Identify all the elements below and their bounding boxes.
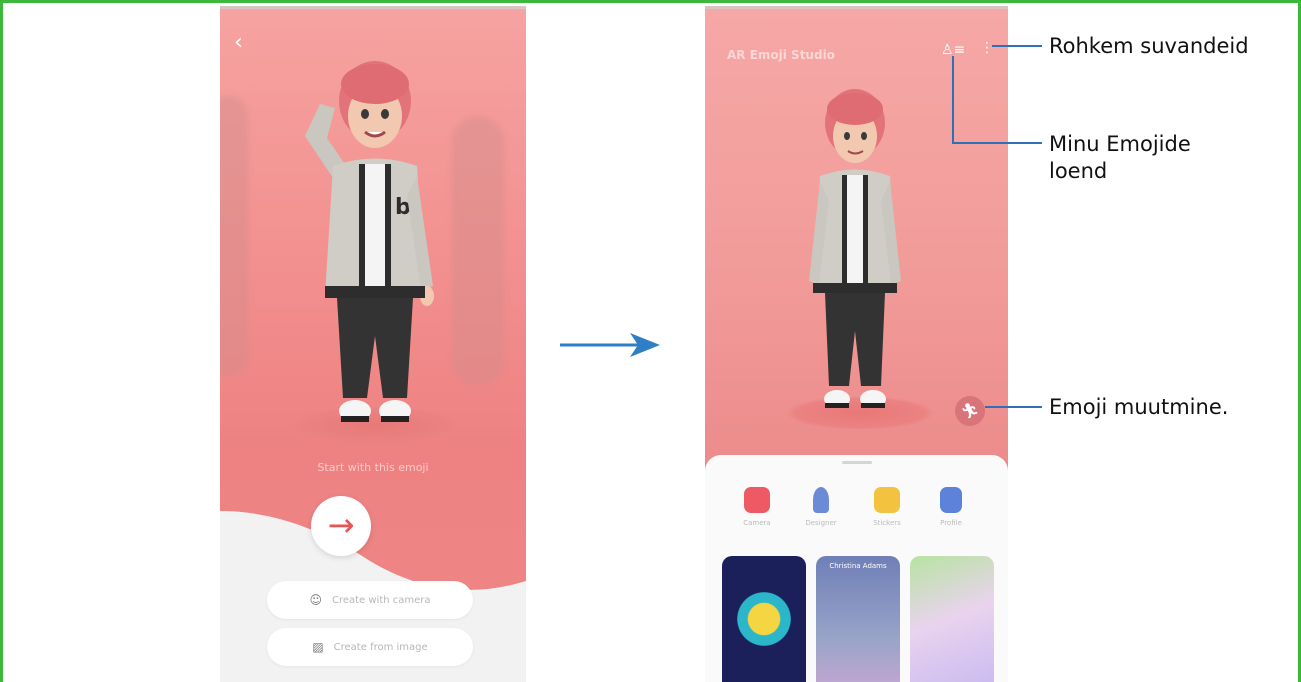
callout-more-options: Rohkem suvandeid xyxy=(1049,34,1249,58)
stickers-icon xyxy=(874,487,900,513)
emoji-setup-screen: ‹ b Start with this emoji → ☺ Create wit… xyxy=(220,6,526,682)
callout-line-edit-emoji xyxy=(985,406,1042,408)
person-pose-icon: 🏃︎ xyxy=(960,402,980,420)
callout-my-emoji-list-line2: loend xyxy=(1049,159,1108,183)
create-with-camera-button[interactable]: ☺ Create with camera xyxy=(267,581,473,619)
feature-designer[interactable]: Designer xyxy=(791,487,851,527)
avatar-figure xyxy=(809,89,901,408)
bottom-sheet: Camera Designer Stickers Profile Christi… xyxy=(705,455,1008,682)
template-card-3[interactable] xyxy=(910,556,994,682)
template-card-1[interactable] xyxy=(722,556,806,682)
sheet-handle[interactable] xyxy=(842,461,872,464)
callout-edit-emoji: Emoji muutmine. xyxy=(1049,395,1229,419)
create-from-image-label: Create from image xyxy=(333,641,428,653)
transition-arrow-icon xyxy=(560,333,660,357)
create-from-image-button[interactable]: ▨ Create from image xyxy=(267,628,473,666)
template-card-2-name: Christina Adams xyxy=(829,562,887,570)
more-options-icon[interactable]: ⋮ xyxy=(980,40,994,56)
profile-icon xyxy=(940,487,962,513)
create-with-camera-label: Create with camera xyxy=(331,594,431,606)
feature-profile[interactable]: Profile xyxy=(921,487,981,527)
emoji-studio-screen: AR Emoji Studio ♙≡ ⋮ 🏃︎ Camera Designer … xyxy=(705,6,1008,682)
feature-stickers-label: Stickers xyxy=(873,519,901,527)
callout-line-my-emoji-list-vertical xyxy=(952,56,954,144)
image-icon: ▨ xyxy=(312,640,324,654)
app-title: AR Emoji Studio xyxy=(727,48,835,62)
callout-line-more-options xyxy=(992,45,1042,47)
feature-camera-label: Camera xyxy=(743,519,771,527)
feature-stickers[interactable]: Stickers xyxy=(857,487,917,527)
face-icon: ☺ xyxy=(309,593,322,607)
status-bar-edge xyxy=(705,6,1008,9)
template-card-2[interactable]: Christina Adams xyxy=(816,556,900,682)
feature-profile-label: Profile xyxy=(940,519,962,527)
designer-icon xyxy=(813,487,829,513)
next-button[interactable]: → xyxy=(311,496,371,556)
camera-icon xyxy=(744,487,770,513)
edit-emoji-button[interactable]: 🏃︎ xyxy=(955,396,985,426)
feature-designer-label: Designer xyxy=(805,519,837,527)
callout-my-emoji-list-line1: Minu Emojide xyxy=(1049,132,1191,156)
feature-camera[interactable]: Camera xyxy=(727,487,787,527)
callout-line-my-emoji-list xyxy=(952,142,1042,144)
